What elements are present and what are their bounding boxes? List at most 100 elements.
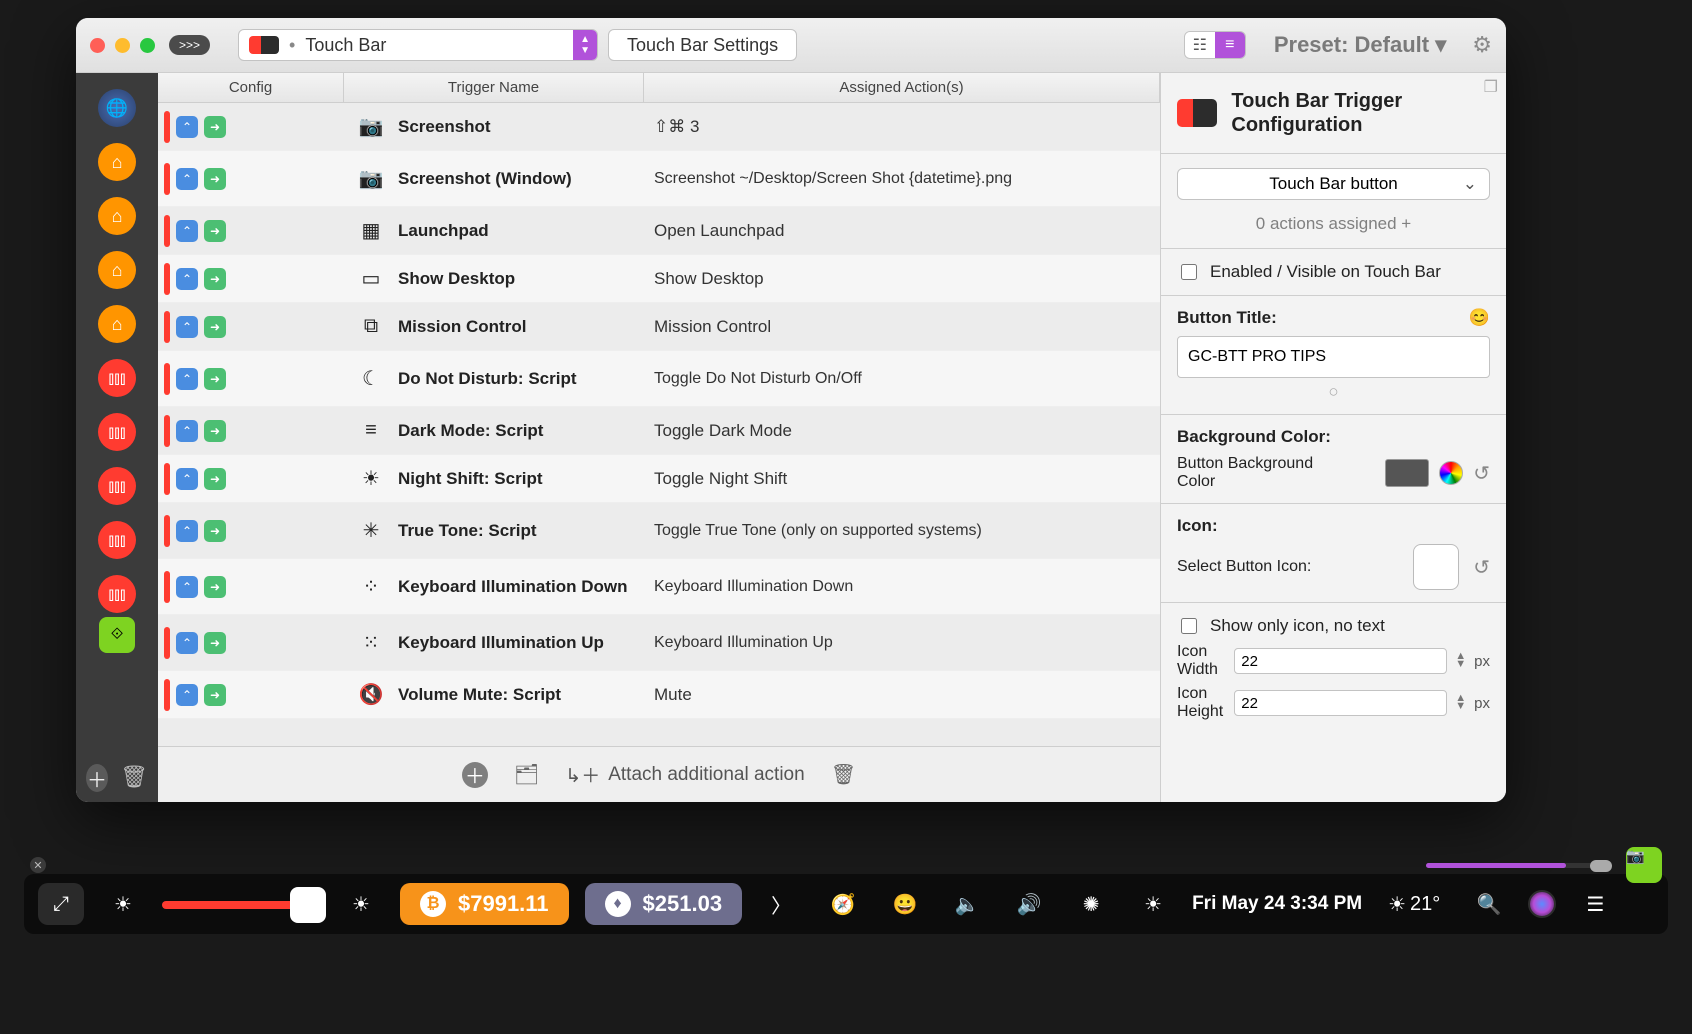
- sidebar-item-home[interactable]: ⌂: [98, 197, 136, 235]
- zoom-window-button[interactable]: [140, 38, 155, 53]
- close-icon[interactable]: ✕: [30, 857, 46, 873]
- expand-icon[interactable]: ⤢: [38, 883, 84, 925]
- table-row[interactable]: ⌃➜🔇Volume Mute: ScriptMute: [158, 671, 1160, 719]
- table-row[interactable]: ⌃➜⧉Mission ControlMission Control: [158, 303, 1160, 351]
- sidebar-item-stats[interactable]: ⫾⫾⫾: [98, 575, 136, 613]
- show-only-icon-checkbox[interactable]: [1181, 618, 1197, 634]
- col-config[interactable]: Config: [158, 73, 344, 102]
- actions-assigned-label[interactable]: 0 actions assigned +: [1161, 214, 1506, 234]
- collapse-icon[interactable]: ⌃: [176, 368, 198, 390]
- preset-selector[interactable]: Preset: Default ▾: [1274, 32, 1446, 58]
- minimize-window-button[interactable]: [115, 38, 130, 53]
- sidebar-item-home[interactable]: ⌂: [98, 305, 136, 343]
- emoji-picker-icon[interactable]: 😊: [1469, 308, 1490, 328]
- icon-width-input[interactable]: [1234, 648, 1447, 674]
- stepper-icon[interactable]: ▲▼: [1455, 695, 1466, 710]
- trash-icon[interactable]: 🗑︎: [831, 762, 856, 787]
- action-icon[interactable]: ➜: [204, 368, 226, 390]
- attach-action-button[interactable]: ↳＋Attach additional action: [565, 761, 804, 788]
- action-icon[interactable]: ➜: [204, 632, 226, 654]
- collapse-icon[interactable]: ⌃: [176, 420, 198, 442]
- collapse-icon[interactable]: ⌃: [176, 268, 198, 290]
- gear-icon[interactable]: ⚙︎: [1472, 32, 1492, 58]
- icon-well[interactable]: [1413, 544, 1459, 590]
- windows-icon[interactable]: ❐: [1484, 77, 1498, 97]
- brightness-slider[interactable]: [162, 901, 322, 909]
- table-row[interactable]: ⌃➜⁘Keyboard Illumination DownKeyboard Il…: [158, 559, 1160, 615]
- sidebar-item-network[interactable]: 🌐: [98, 89, 136, 127]
- reset-color-icon[interactable]: ↺: [1473, 461, 1490, 486]
- add-app-button[interactable]: ＋: [86, 764, 108, 792]
- sidebar-item-stats[interactable]: ⫾⫾⫾: [98, 521, 136, 559]
- action-icon[interactable]: ➜: [204, 316, 226, 338]
- table-row[interactable]: ⌃➜✳︎True Tone: ScriptToggle True Tone (o…: [158, 503, 1160, 559]
- progress-bar[interactable]: [1426, 863, 1606, 868]
- action-icon[interactable]: ➜: [204, 468, 226, 490]
- chevron-right-icon[interactable]: 〉: [758, 883, 804, 925]
- dropdown-stepper-icon[interactable]: ▲▼: [573, 30, 597, 60]
- sidebar-item-stats[interactable]: ⫾⫾⫾: [98, 413, 136, 451]
- action-icon[interactable]: ➜: [204, 220, 226, 242]
- search-icon[interactable]: 🔍: [1466, 883, 1512, 925]
- color-wheel-icon[interactable]: [1439, 461, 1463, 485]
- action-icon[interactable]: ➜: [204, 168, 226, 190]
- list-icon[interactable]: ☰: [1572, 883, 1618, 925]
- table-row[interactable]: ⌃➜▦LaunchpadOpen Launchpad: [158, 207, 1160, 255]
- collapse-icon[interactable]: ⌃: [176, 520, 198, 542]
- view-mode-toggle[interactable]: ☷ ≡: [1184, 31, 1246, 59]
- action-icon[interactable]: ➜: [204, 576, 226, 598]
- weather-widget[interactable]: ☀︎ 21°: [1378, 883, 1450, 925]
- sidebar-item-home[interactable]: ⌂: [98, 251, 136, 289]
- action-icon[interactable]: ➜: [204, 684, 226, 706]
- enabled-checkbox[interactable]: [1181, 264, 1197, 280]
- action-icon[interactable]: ➜: [204, 268, 226, 290]
- brightness-up-icon[interactable]: ☀︎: [338, 883, 384, 925]
- expand-badge[interactable]: >>>: [169, 35, 210, 55]
- icon-height-input[interactable]: [1234, 690, 1447, 716]
- datetime-widget[interactable]: Fri May 24 3:34 PM: [1192, 893, 1362, 915]
- reset-icon-icon[interactable]: ↺: [1473, 555, 1490, 580]
- table-row[interactable]: ⌃➜≡Dark Mode: ScriptToggle Dark Mode: [158, 407, 1160, 455]
- volume-down-icon[interactable]: 🔈: [944, 883, 990, 925]
- drag-handle-icon[interactable]: ○: [1177, 382, 1490, 402]
- screenshot-icon[interactable]: 📷: [1626, 847, 1662, 883]
- collapse-icon[interactable]: ⌃: [176, 684, 198, 706]
- table-row[interactable]: ⌃➜📷Screenshot (Window)Screenshot ~/Deskt…: [158, 151, 1160, 207]
- trash-icon[interactable]: 🗑︎: [120, 764, 148, 792]
- table-row[interactable]: ⌃➜▭Show DesktopShow Desktop: [158, 255, 1160, 303]
- col-assigned-action[interactable]: Assigned Action(s): [644, 73, 1160, 102]
- action-icon[interactable]: ➜: [204, 520, 226, 542]
- collapse-icon[interactable]: ⌃: [176, 576, 198, 598]
- context-dropdown[interactable]: • Touch Bar ▲▼: [238, 29, 598, 61]
- add-trigger-button[interactable]: ＋: [462, 762, 488, 788]
- columns-view-icon[interactable]: ☷: [1185, 32, 1215, 58]
- table-row[interactable]: ⌃➜📷Screenshot⇧⌘ 3: [158, 103, 1160, 151]
- touch-bar-settings-button[interactable]: Touch Bar Settings: [608, 29, 797, 61]
- trigger-type-select[interactable]: Touch Bar button: [1177, 168, 1490, 200]
- color-well[interactable]: [1385, 459, 1429, 487]
- siri-icon[interactable]: [1528, 890, 1556, 918]
- collapse-icon[interactable]: ⌃: [176, 316, 198, 338]
- table-row[interactable]: ⌃➜⁙Keyboard Illumination UpKeyboard Illu…: [158, 615, 1160, 671]
- collapse-icon[interactable]: ⌃: [176, 468, 198, 490]
- col-trigger-name[interactable]: Trigger Name: [344, 73, 644, 102]
- sidebar-item-home[interactable]: ⌂: [98, 143, 136, 181]
- collapse-icon[interactable]: ⌃: [176, 168, 198, 190]
- stepper-icon[interactable]: ▲▼: [1455, 653, 1466, 668]
- volume-up-icon[interactable]: 🔊: [1006, 883, 1052, 925]
- folder-icon[interactable]: 🗂︎: [514, 762, 539, 787]
- table-row[interactable]: ⌃➜☾Do Not Disturb: ScriptToggle Do Not D…: [158, 351, 1160, 407]
- btc-widget[interactable]: ₿$7991.11: [400, 883, 569, 925]
- brightness-large-icon[interactable]: ☀︎: [1130, 883, 1176, 925]
- sidebar-item-stats[interactable]: ⫾⫾⫾: [98, 359, 136, 397]
- safari-icon[interactable]: 🧭: [820, 883, 866, 925]
- sidebar-item-stats[interactable]: ⫾⫾⫾: [98, 467, 136, 505]
- brightness-small-icon[interactable]: ✺: [1068, 883, 1114, 925]
- collapse-icon[interactable]: ⌃: [176, 632, 198, 654]
- action-icon[interactable]: ➜: [204, 420, 226, 442]
- brightness-down-icon[interactable]: ☀︎: [100, 883, 146, 925]
- sidebar-item-camtasia[interactable]: ⟐: [99, 617, 135, 653]
- button-title-input[interactable]: [1177, 336, 1490, 378]
- eth-widget[interactable]: ♦$251.03: [585, 883, 743, 925]
- emoji-icon[interactable]: 😀: [882, 883, 928, 925]
